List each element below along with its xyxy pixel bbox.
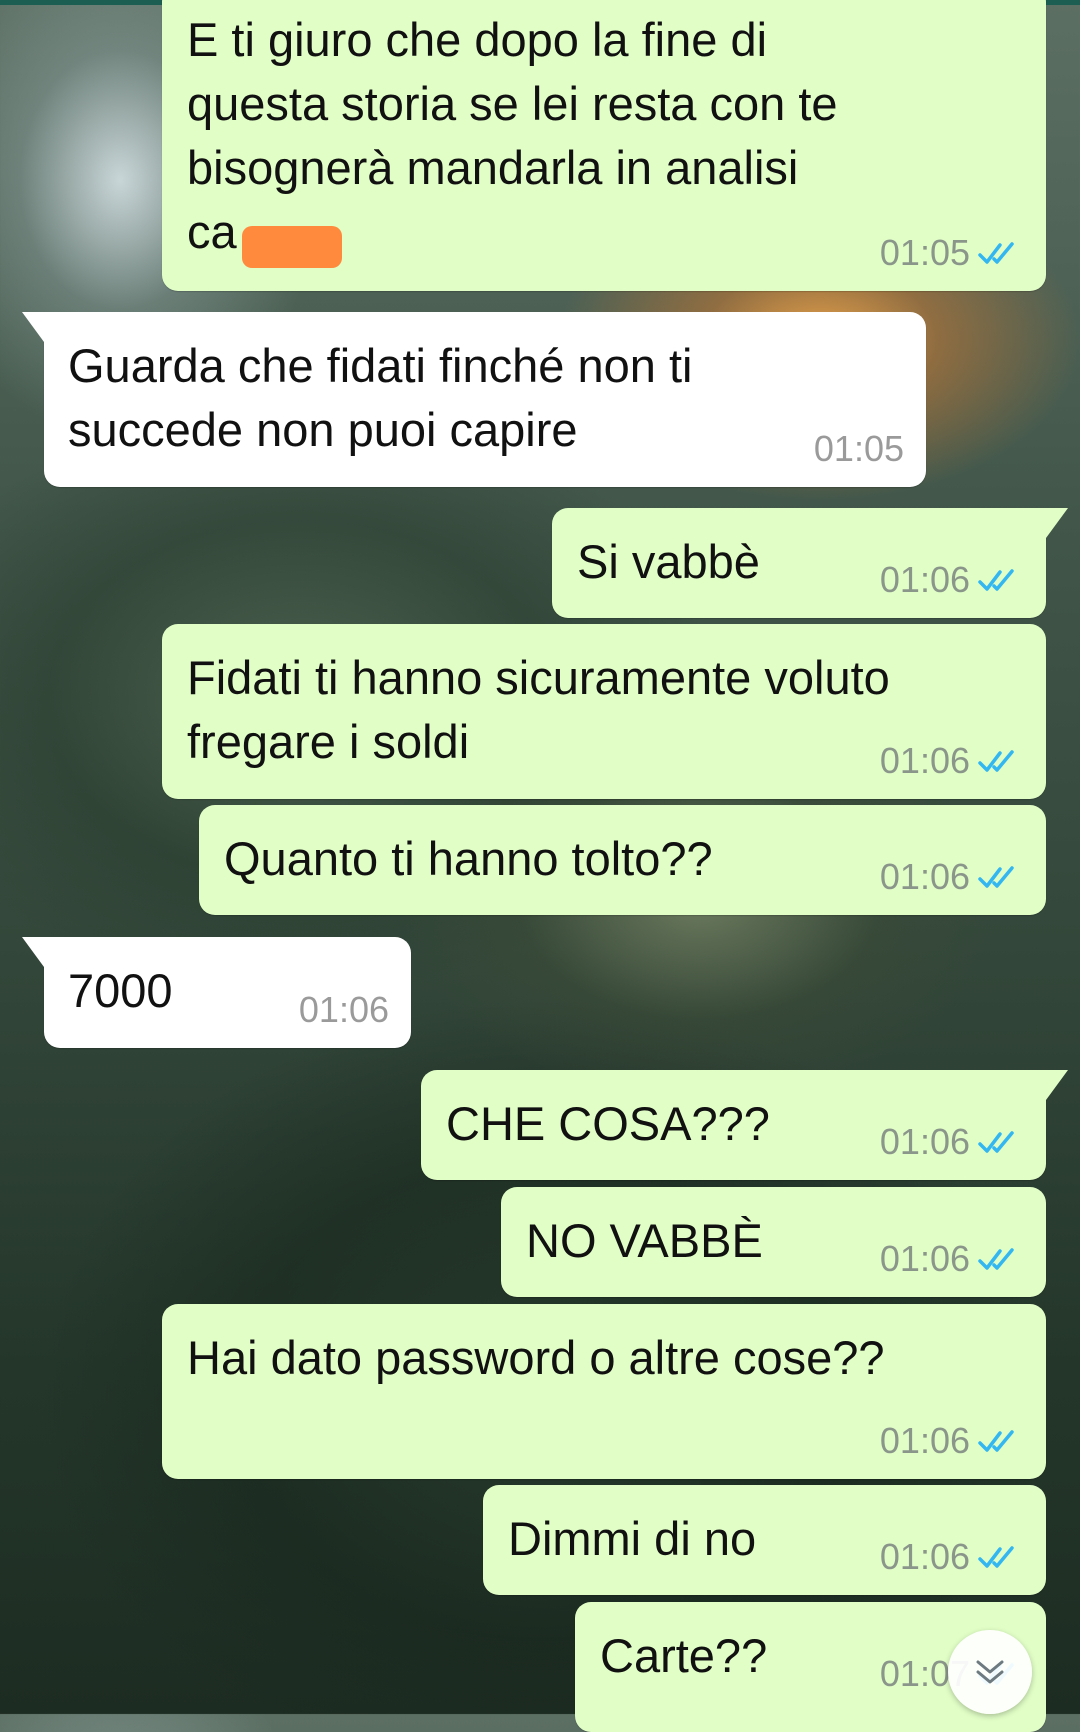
message-bubble-outgoing[interactable]: Fidati ti hanno sicuramente voluto frega… [162, 624, 1046, 799]
message-time: 01:06 [879, 856, 970, 897]
double-check-icon [978, 1430, 1014, 1452]
bubble-tail [22, 312, 44, 342]
message-time: 01:05 [813, 428, 904, 469]
message-bubble-outgoing[interactable]: Si vabbè 01:06 [552, 508, 1068, 618]
message-bubble-outgoing[interactable]: CHE COSA??? 01:06 [421, 1070, 1068, 1180]
message-text: bisognerà mandarla in analisi [187, 141, 799, 194]
message-time: 01:06 [879, 1121, 970, 1162]
message-meta: 01:06 [880, 1421, 1024, 1461]
message-meta: 01:06 [880, 1239, 1024, 1279]
message-time: 01:06 [879, 1536, 970, 1577]
message-bubble-incoming[interactable]: 7000 01:06 [22, 937, 411, 1048]
message-meta: 01:06 [299, 990, 389, 1030]
message-text: 7000 [68, 964, 173, 1017]
message-meta: 01:05 [814, 429, 904, 469]
message-meta: 01:06 [880, 741, 1024, 781]
message-text: Si vabbè [577, 535, 760, 588]
message-text: Fidati ti hanno sicuramente voluto [187, 651, 890, 704]
double-check-icon [978, 242, 1014, 264]
message-text: Hai dato password o altre cose?? [187, 1331, 885, 1384]
message-text: questa storia se lei resta con te [187, 77, 838, 130]
message-bubble-outgoing[interactable]: E ti giuro che dopo la fine di questa st… [162, 0, 1046, 291]
message-text: fregare i soldi [187, 715, 470, 768]
message-meta: 01:05 [880, 233, 1024, 273]
bubble-tail [1046, 508, 1068, 538]
double-check-icon [978, 1546, 1014, 1568]
message-time: 01:05 [879, 232, 970, 273]
message-text: E ti giuro che dopo la fine di [187, 13, 768, 66]
message-bubble-outgoing[interactable]: Dimmi di no 01:06 [483, 1485, 1046, 1595]
chevron-double-down-icon [976, 1660, 1004, 1684]
message-meta: 01:06 [880, 560, 1024, 600]
scroll-to-bottom-button[interactable] [948, 1630, 1032, 1714]
double-check-icon [978, 1131, 1014, 1153]
redaction-mark [242, 226, 342, 268]
message-bubble-outgoing[interactable]: Hai dato password o altre cose?? 01:06 [162, 1304, 1046, 1479]
double-check-icon [978, 750, 1014, 772]
message-time: 01:06 [879, 740, 970, 781]
message-bubble-outgoing[interactable]: NO VABBÈ 01:06 [501, 1187, 1046, 1297]
double-check-icon [978, 1248, 1014, 1270]
message-text: succede non puoi capire [68, 403, 578, 456]
bubble-tail [22, 937, 44, 967]
message-time: 01:06 [298, 989, 389, 1030]
message-text: Quanto ti hanno tolto?? [224, 832, 713, 885]
message-bubble-incoming[interactable]: Guarda che fidati finché non ti succede … [22, 312, 926, 487]
double-check-icon [978, 866, 1014, 888]
message-time: 01:06 [879, 1238, 970, 1279]
bubble-tail [1046, 1070, 1068, 1100]
message-text: NO VABBÈ [526, 1214, 763, 1267]
message-meta: 01:06 [880, 1537, 1024, 1577]
message-text: Dimmi di no [508, 1512, 757, 1565]
message-bubble-outgoing[interactable]: Quanto ti hanno tolto?? 01:06 [199, 805, 1046, 915]
message-time: 01:06 [879, 1420, 970, 1461]
message-time: 01:06 [879, 559, 970, 600]
message-text: Guarda che fidati finché non ti [68, 339, 693, 392]
message-meta: 01:06 [880, 1122, 1024, 1162]
message-text: CHE COSA??? [446, 1097, 770, 1150]
message-text: Carte?? [600, 1629, 768, 1682]
chat-thread[interactable]: E ti giuro che dopo la fine di questa st… [0, 0, 1080, 1732]
double-check-icon [978, 569, 1014, 591]
message-text: ca [187, 205, 237, 258]
message-meta: 01:06 [880, 857, 1024, 897]
